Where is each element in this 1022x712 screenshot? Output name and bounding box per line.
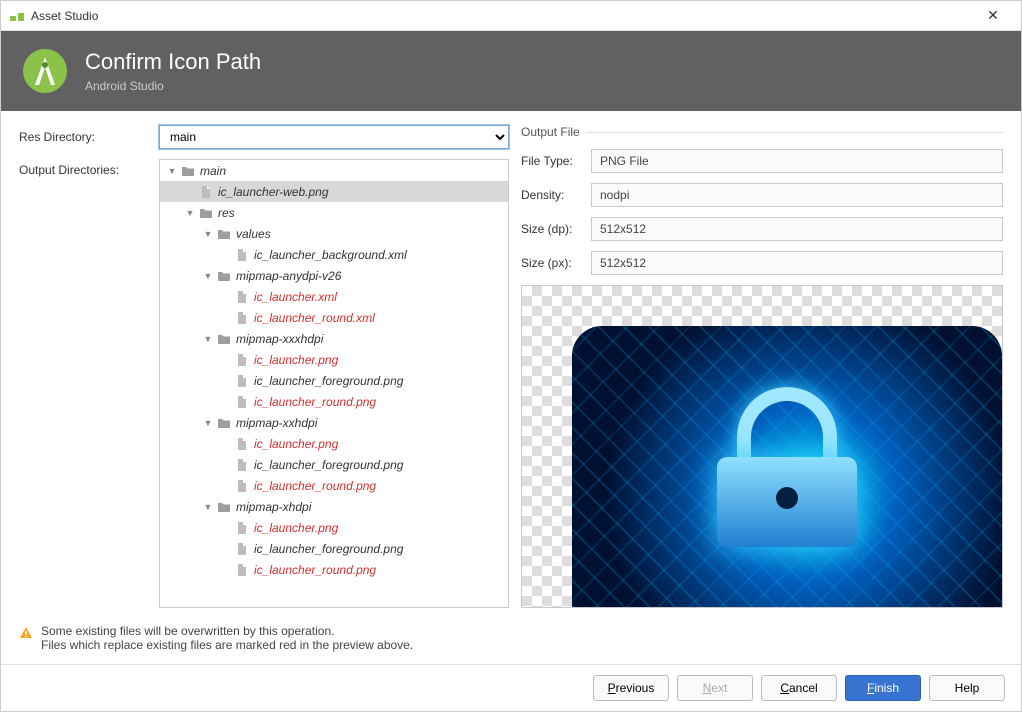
tree-node-label: ic_launcher.png: [254, 437, 338, 451]
density-label: Density:: [521, 188, 591, 202]
dialog-header: Confirm Icon Path Android Studio: [1, 31, 1021, 111]
tree-folder[interactable]: ▼ mipmap-xxxhdpi: [160, 328, 508, 349]
folder-icon: [180, 164, 196, 178]
tree-file[interactable]: ic_launcher_round.png: [160, 475, 508, 496]
button-bar: Previous Next Cancel Finish Help: [1, 664, 1021, 711]
file-icon: [234, 248, 250, 262]
tree-folder[interactable]: ▼ main: [160, 160, 508, 181]
tree-file[interactable]: ic_launcher.png: [160, 433, 508, 454]
tree-file[interactable]: ic_launcher_round.xml: [160, 307, 508, 328]
content-area: Res Directory: main Output Directories: …: [1, 111, 1021, 616]
titlebar: Asset Studio ✕: [1, 1, 1021, 31]
tree-node-label: mipmap-xhdpi: [236, 500, 311, 514]
tree-node-label: ic_launcher_round.png: [254, 395, 376, 409]
expand-arrow-icon[interactable]: ▼: [202, 229, 214, 239]
expand-arrow-icon[interactable]: ▼: [184, 208, 196, 218]
tree-node-label: ic_launcher_round.png: [254, 479, 376, 493]
res-directory-select[interactable]: main: [159, 125, 509, 149]
tree-node-label: ic_launcher.png: [254, 521, 338, 535]
expand-arrow-icon[interactable]: ▼: [166, 166, 178, 176]
image-preview: [521, 285, 1003, 608]
file-icon: [234, 395, 250, 409]
tree-node-label: ic_launcher.xml: [254, 290, 337, 304]
file-icon: [198, 185, 214, 199]
tree-node-label: mipmap-anydpi-v26: [236, 269, 341, 283]
tree-node-label: ic_launcher_foreground.png: [254, 458, 403, 472]
tree-node-label: mipmap-xxxhdpi: [236, 332, 323, 346]
density-value: nodpi: [591, 183, 1003, 207]
tree-folder[interactable]: ▼ mipmap-anydpi-v26: [160, 265, 508, 286]
tree-file[interactable]: ic_launcher_foreground.png: [160, 370, 508, 391]
output-directories-label: Output Directories:: [19, 159, 159, 177]
file-icon: [234, 458, 250, 472]
tree-node-label: ic_launcher.png: [254, 353, 338, 367]
next-button[interactable]: Next: [677, 675, 753, 701]
tree-node-label: main: [200, 164, 226, 178]
tree-node-label: ic_launcher_foreground.png: [254, 542, 403, 556]
warning-icon: [19, 626, 33, 640]
size-px-label: Size (px):: [521, 256, 591, 270]
folder-icon: [198, 206, 214, 220]
dialog-subtitle: Android Studio: [85, 79, 261, 93]
tree-file[interactable]: ic_launcher_foreground.png: [160, 454, 508, 475]
tree-file[interactable]: ic_launcher_round.png: [160, 559, 508, 580]
file-icon: [234, 542, 250, 556]
folder-icon: [216, 269, 232, 283]
tree-node-label: ic_launcher_foreground.png: [254, 374, 403, 388]
android-studio-icon: [9, 10, 25, 22]
file-icon: [234, 353, 250, 367]
warning-message: Some existing files will be overwritten …: [1, 616, 1021, 664]
lock-icon: [707, 397, 867, 547]
expand-arrow-icon[interactable]: ▼: [202, 334, 214, 344]
previous-button[interactable]: Previous: [593, 675, 669, 701]
file-icon: [234, 521, 250, 535]
close-icon[interactable]: ✕: [973, 7, 1013, 24]
tree-file[interactable]: ic_launcher.xml: [160, 286, 508, 307]
cancel-button[interactable]: Cancel: [761, 675, 837, 701]
file-type-label: File Type:: [521, 154, 591, 168]
res-directory-label: Res Directory:: [19, 130, 159, 144]
window-title: Asset Studio: [31, 9, 973, 23]
tree-folder[interactable]: ▼ res: [160, 202, 508, 223]
tree-folder[interactable]: ▼ mipmap-xxhdpi: [160, 412, 508, 433]
size-px-value: 512x512: [591, 251, 1003, 275]
tree-node-label: ic_launcher_round.xml: [254, 311, 375, 325]
size-dp-label: Size (dp):: [521, 222, 591, 236]
dialog-title: Confirm Icon Path: [85, 49, 261, 75]
folder-icon: [216, 500, 232, 514]
expand-arrow-icon[interactable]: ▼: [202, 418, 214, 428]
file-icon: [234, 290, 250, 304]
tree-node-label: ic_launcher_background.xml: [254, 248, 407, 262]
file-icon: [234, 563, 250, 577]
tree-folder[interactable]: ▼ values: [160, 223, 508, 244]
tree-node-label: mipmap-xxhdpi: [236, 416, 317, 430]
file-icon: [234, 479, 250, 493]
file-icon: [234, 437, 250, 451]
output-directories-tree[interactable]: ▼ main ic_launcher-web.png ▼ res ▼ values ic_la…: [159, 159, 509, 608]
file-icon: [234, 311, 250, 325]
output-file-section-label: Output File: [521, 125, 1003, 139]
file-icon: [234, 374, 250, 388]
finish-button[interactable]: Finish: [845, 675, 921, 701]
tree-file[interactable]: ic_launcher.png: [160, 349, 508, 370]
help-button[interactable]: Help: [929, 675, 1005, 701]
folder-icon: [216, 416, 232, 430]
tree-file[interactable]: ic_launcher.png: [160, 517, 508, 538]
tree-node-label: res: [218, 206, 235, 220]
tree-node-label: ic_launcher_round.png: [254, 563, 376, 577]
tree-file[interactable]: ic_launcher_round.png: [160, 391, 508, 412]
tree-folder[interactable]: ▼ mipmap-xhdpi: [160, 496, 508, 517]
tree-file[interactable]: ic_launcher_foreground.png: [160, 538, 508, 559]
expand-arrow-icon[interactable]: ▼: [202, 502, 214, 512]
android-studio-logo-icon: [21, 47, 69, 95]
expand-arrow-icon[interactable]: ▼: [202, 271, 214, 281]
folder-icon: [216, 227, 232, 241]
tree-file[interactable]: ic_launcher-web.png: [160, 181, 508, 202]
folder-icon: [216, 332, 232, 346]
file-type-value: PNG File: [591, 149, 1003, 173]
size-dp-value: 512x512: [591, 217, 1003, 241]
tree-node-label: values: [236, 227, 271, 241]
tree-file[interactable]: ic_launcher_background.xml: [160, 244, 508, 265]
tree-node-label: ic_launcher-web.png: [218, 185, 329, 199]
